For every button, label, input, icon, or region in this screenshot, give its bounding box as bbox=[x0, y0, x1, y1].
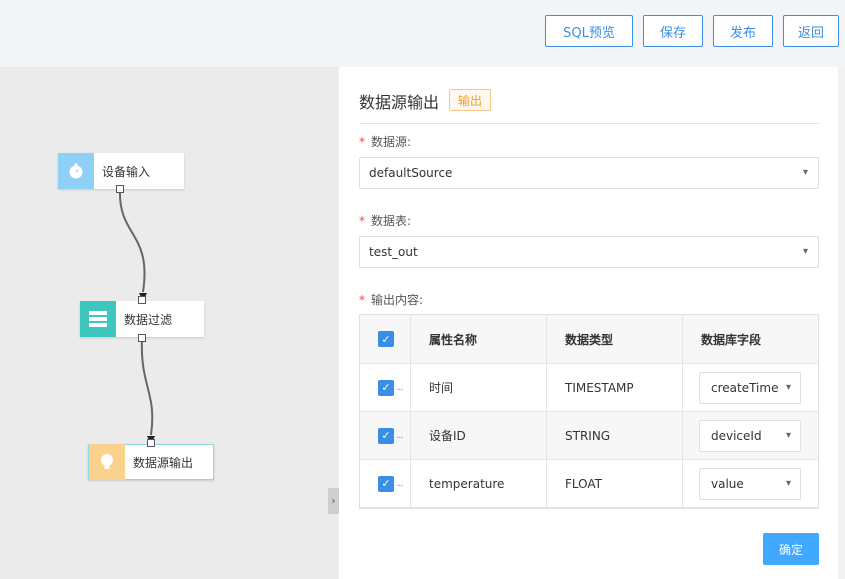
top-toolbar: SQL预览 保存 发布 返回 bbox=[0, 0, 845, 67]
publish-button[interactable]: 发布 bbox=[713, 15, 773, 47]
check-icon: ✓ bbox=[378, 331, 394, 347]
output-port[interactable] bbox=[138, 334, 146, 342]
table-row: ✓... temperature FLOAT value ▾ bbox=[360, 460, 818, 508]
source-select[interactable]: defaultSource ▾ bbox=[359, 157, 819, 189]
node-label: 数据源输出 bbox=[133, 455, 194, 470]
db-field-value: createTime bbox=[711, 381, 779, 395]
panel-title: 数据源输出 bbox=[359, 93, 440, 112]
header-type: 数据类型 bbox=[565, 332, 614, 347]
node-data-filter[interactable]: 数据过滤 bbox=[80, 301, 204, 337]
config-panel: 数据源输出 输出 * 数据源: defaultSource ▾ * 数据表: tes… bbox=[339, 67, 838, 579]
collapse-panel-handle[interactable]: › bbox=[328, 488, 339, 514]
output-label: * 输出内容: bbox=[359, 293, 424, 307]
row-type: STRING bbox=[565, 428, 611, 443]
type-badge: 输出 bbox=[449, 89, 492, 111]
node-device-input[interactable]: 设备输入 bbox=[58, 153, 184, 189]
row-type: FLOAT bbox=[565, 476, 603, 491]
chevron-down-icon: ▾ bbox=[802, 246, 808, 257]
row-checkbox[interactable]: ✓... bbox=[378, 412, 403, 459]
chevron-down-icon: ▾ bbox=[802, 167, 808, 178]
node-label: 数据过滤 bbox=[124, 312, 173, 327]
table-header: ✓ 属性名称 数据类型 数据库字段 bbox=[360, 315, 818, 364]
confirm-button[interactable]: 确定 bbox=[763, 533, 819, 565]
layers-icon bbox=[80, 301, 116, 337]
sql-preview-button[interactable]: SQL预览 bbox=[545, 15, 633, 47]
select-all-checkbox[interactable]: ✓ bbox=[378, 315, 394, 363]
input-port[interactable] bbox=[147, 439, 155, 447]
table-row: ✓... 时间 TIMESTAMP createTime ▾ bbox=[360, 364, 818, 412]
column-divider bbox=[410, 315, 411, 508]
chevron-down-icon: ▾ bbox=[785, 478, 791, 489]
column-divider bbox=[682, 315, 683, 508]
ellipsis-icon: ... bbox=[396, 478, 403, 489]
table-row: ✓... 设备ID STRING deviceId ▾ bbox=[360, 412, 818, 460]
column-divider bbox=[546, 315, 547, 508]
db-field-value: value bbox=[711, 477, 744, 491]
divider bbox=[359, 123, 820, 124]
db-field-select[interactable]: createTime ▾ bbox=[699, 372, 801, 404]
row-name: 设备ID bbox=[429, 429, 466, 443]
ellipsis-icon: ... bbox=[396, 430, 403, 441]
db-field-select[interactable]: deviceId ▾ bbox=[699, 420, 801, 452]
output-fields-table: ✓ 属性名称 数据类型 数据库字段 ✓... 时间 TIMESTAMP crea… bbox=[359, 314, 819, 509]
check-icon: ✓ bbox=[378, 427, 394, 444]
connection-2-3 bbox=[140, 337, 154, 436]
table-select-value: test_out bbox=[369, 245, 418, 259]
header-name: 属性名称 bbox=[429, 332, 478, 347]
chevron-down-icon: ▾ bbox=[785, 430, 791, 441]
chevron-down-icon: ▾ bbox=[785, 382, 791, 393]
header-field: 数据库字段 bbox=[701, 332, 762, 347]
source-label: * 数据源: bbox=[359, 135, 412, 149]
back-button[interactable]: 返回 bbox=[783, 15, 839, 47]
flow-canvas[interactable]: 设备输入 数据过滤 数据源输出 bbox=[0, 67, 338, 579]
row-checkbox[interactable]: ✓... bbox=[378, 460, 403, 507]
ellipsis-icon: ... bbox=[396, 382, 403, 393]
check-icon: ✓ bbox=[378, 379, 394, 396]
save-button[interactable]: 保存 bbox=[643, 15, 703, 47]
timer-icon bbox=[58, 153, 94, 189]
input-port[interactable] bbox=[138, 296, 146, 304]
table-label: * 数据表: bbox=[359, 214, 412, 228]
row-type: TIMESTAMP bbox=[565, 380, 634, 395]
row-checkbox[interactable]: ✓... bbox=[378, 364, 403, 411]
right-gutter bbox=[838, 67, 845, 579]
node-datasource-output[interactable]: 数据源输出 bbox=[88, 444, 214, 480]
output-port[interactable] bbox=[116, 185, 124, 193]
bulb-icon bbox=[89, 444, 125, 480]
table-select[interactable]: test_out ▾ bbox=[359, 236, 819, 268]
connection-1-2 bbox=[118, 188, 146, 293]
row-name: temperature bbox=[429, 476, 505, 491]
check-icon: ✓ bbox=[378, 475, 394, 492]
row-name: 时间 bbox=[429, 381, 454, 395]
db-field-value: deviceId bbox=[711, 429, 762, 443]
source-select-value: defaultSource bbox=[369, 166, 453, 180]
db-field-select[interactable]: value ▾ bbox=[699, 468, 801, 500]
chevron-right-icon: › bbox=[331, 495, 336, 507]
node-label: 设备输入 bbox=[102, 164, 151, 179]
